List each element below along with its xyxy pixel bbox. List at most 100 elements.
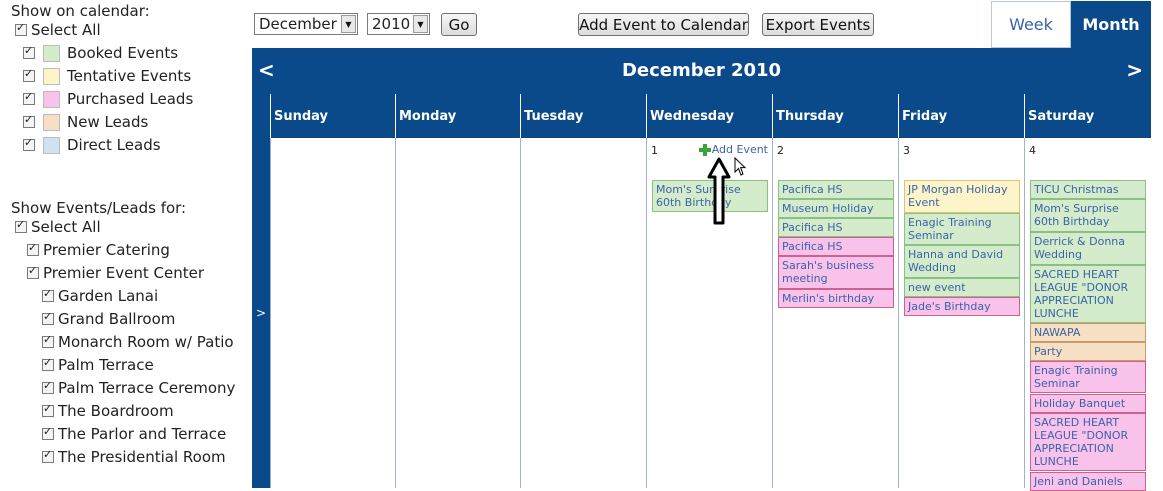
day-header-saturday: Saturday [1024, 94, 1151, 138]
checkbox-icon[interactable] [23, 44, 35, 59]
room-item[interactable]: Palm Terrace Ceremony [42, 377, 235, 399]
calendar-event[interactable]: Hanna and David Wedding [904, 245, 1020, 278]
legend-item[interactable]: Direct Leads [23, 134, 161, 156]
tab-week[interactable]: Week [991, 1, 1071, 48]
checkbox-icon[interactable] [27, 241, 39, 256]
calendar-event[interactable]: Sarah's business meeting [778, 256, 894, 289]
checkbox-icon[interactable] [23, 113, 35, 128]
venue-item[interactable]: Premier Catering [27, 239, 170, 261]
select-all-venues[interactable]: Select All [15, 216, 101, 238]
room-item[interactable]: Monarch Room w/ Patio [42, 331, 234, 353]
checkbox-icon[interactable] [15, 21, 27, 36]
green-plus-icon [698, 143, 711, 156]
legend-swatch [43, 67, 60, 85]
month-select[interactable]: December ▼ [254, 13, 358, 35]
room-item[interactable]: The Boardroom [42, 400, 174, 422]
show-on-calendar-title: Show on calendar: [11, 2, 150, 20]
chevron-down-icon[interactable]: ▼ [413, 15, 428, 33]
checkbox-icon[interactable] [42, 356, 54, 371]
day-number: 1 [651, 144, 658, 157]
room-label: Monarch Room w/ Patio [58, 333, 234, 351]
legend-item[interactable]: Booked Events [23, 42, 178, 64]
year-select-value: 2010 [372, 15, 411, 33]
select-all-label: Select All [31, 21, 101, 39]
day-header-tuesday: Tuesday [520, 94, 646, 138]
add-event-link-label: Add Event [711, 143, 768, 156]
add-event-to-calendar-button[interactable]: Add Event to Calendar [578, 13, 749, 36]
checkbox-icon[interactable] [23, 90, 35, 105]
calendar-event[interactable]: Enagic Training Seminar [1030, 361, 1146, 393]
checkbox-icon[interactable] [42, 379, 54, 394]
calendar-event[interactable]: Jade's Birthday [904, 297, 1020, 316]
select-all-label-2: Select All [31, 218, 101, 236]
room-item[interactable]: The Parlor and Terrace [42, 423, 226, 445]
calendar-event[interactable]: new event [904, 278, 1020, 297]
legend-item[interactable]: Purchased Leads [23, 88, 193, 110]
calendar-event[interactable]: Enagic Training Seminar [904, 213, 1020, 245]
day-header-wednesday: Wednesday [646, 94, 772, 138]
calendar-event[interactable]: Party [1030, 342, 1146, 361]
calendar-event[interactable]: Pacifica HS Volleyball [778, 180, 894, 199]
calendar-event[interactable]: Pacifica HS Volleyball [778, 237, 894, 256]
calendar-event[interactable]: NAWAPA [1030, 323, 1146, 342]
room-label: The Presidential Room [58, 448, 226, 466]
export-events-button[interactable]: Export Events [762, 13, 874, 36]
day-header-monday: Monday [395, 94, 520, 138]
day-cell[interactable]: 2Pacifica HS VolleyballMuseum Holiday Pa… [772, 138, 898, 488]
calendar-event[interactable]: SACRED HEART LEAGUE "DONOR APPRECIATION … [1030, 265, 1146, 323]
up-arrow-annotation-icon [707, 157, 731, 225]
calendar-event[interactable]: Merlin's birthday party [778, 289, 894, 308]
day-header-sunday: Sunday [270, 94, 395, 138]
calendar-event[interactable]: Mom's Surprise 60th Birthday [1030, 199, 1146, 232]
calendar-title: December 2010 [621, 60, 782, 81]
day-cell[interactable] [395, 138, 520, 488]
calendar-event[interactable]: Derrick & Donna Wedding [1030, 232, 1146, 265]
go-button[interactable]: Go [441, 13, 477, 36]
tab-month[interactable]: Month [1071, 1, 1151, 48]
checkbox-icon[interactable] [42, 310, 54, 325]
day-cell[interactable] [270, 138, 395, 488]
calendar-event[interactable]: Museum Holiday Party [778, 199, 894, 218]
checkbox-icon[interactable] [42, 287, 54, 302]
year-select[interactable]: 2010 ▼ [367, 13, 430, 35]
room-item[interactable]: Grand Ballroom [42, 308, 175, 330]
venue-item[interactable]: Premier Event Center [27, 262, 204, 284]
room-item[interactable]: The Presidential Room [42, 446, 226, 468]
chevron-down-icon[interactable]: ▼ [341, 15, 356, 33]
legend-label: Booked Events [67, 44, 179, 62]
checkbox-icon[interactable] [42, 448, 54, 463]
checkbox-icon[interactable] [42, 425, 54, 440]
next-month-button[interactable]: > [1126, 58, 1143, 82]
calendar-event[interactable]: TICU Christmas Party [1030, 180, 1146, 199]
legend-item[interactable]: New Leads [23, 111, 148, 133]
checkbox-icon[interactable] [23, 67, 35, 82]
week-expand-button[interactable]: > [252, 138, 270, 488]
room-item[interactable]: Garden Lanai [42, 285, 158, 307]
checkbox-icon[interactable] [23, 136, 35, 151]
add-event-link[interactable]: Add Event [698, 143, 768, 156]
calendar-header: < December 2010 > [252, 48, 1151, 94]
calendar-event[interactable]: Pacifica HS Volleyball [778, 218, 894, 237]
mouse-cursor-icon [734, 157, 747, 176]
checkbox-icon[interactable] [15, 218, 27, 233]
calendar-event[interactable]: Holiday Banquet [1030, 394, 1146, 413]
day-header-friday: Friday [898, 94, 1024, 138]
checkbox-icon[interactable] [27, 264, 39, 279]
venue-label: Premier Event Center [43, 264, 205, 282]
day-cell[interactable] [520, 138, 646, 488]
legend-swatch [43, 113, 60, 131]
calendar-event[interactable]: Jeni and Daniels [1030, 472, 1146, 491]
legend-swatch [43, 90, 60, 108]
calendar-event[interactable]: JP Morgan Holiday Event [904, 180, 1020, 213]
room-label: Palm Terrace Ceremony [58, 379, 236, 397]
day-cell[interactable]: 4 TICU Christmas PartyMom's Surprise 60th… [1024, 138, 1151, 491]
legend-label: Purchased Leads [67, 90, 194, 108]
legend-item[interactable]: Tentative Events [23, 65, 191, 87]
legend-label: Tentative Events [67, 67, 192, 85]
select-all-legend[interactable]: Select All [15, 19, 101, 41]
day-cell[interactable]: 3 JP Morgan Holiday Event Enagic Training … [898, 138, 1024, 488]
checkbox-icon[interactable] [42, 402, 54, 417]
checkbox-icon[interactable] [42, 333, 54, 348]
room-item[interactable]: Palm Terrace [42, 354, 154, 376]
calendar-event[interactable]: SACRED HEART LEAGUE "DONOR APPRECIATION … [1030, 413, 1146, 471]
